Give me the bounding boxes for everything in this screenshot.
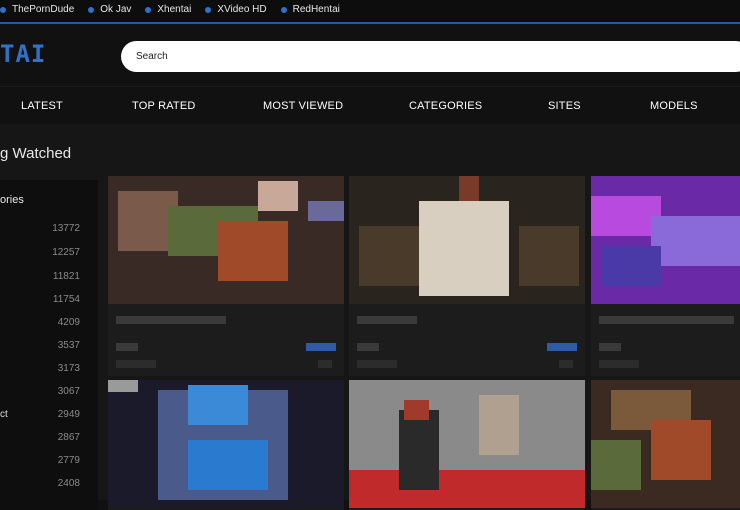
top-link-okjav[interactable]: Ok Jav xyxy=(88,4,131,15)
sidebar-category-item[interactable]: 3537 xyxy=(0,340,98,354)
video-title-blurred xyxy=(116,316,226,324)
main-nav: LATEST TOP RATED MOST VIEWED CATEGORIES … xyxy=(0,86,740,124)
top-link-label: Ok Jav xyxy=(100,4,132,15)
top-link-redhentai[interactable]: RedHentai xyxy=(280,4,340,15)
header: TAI xyxy=(0,26,740,86)
hd-badge xyxy=(547,343,577,351)
nav-latest[interactable]: LATEST xyxy=(21,100,63,112)
video-thumbnail[interactable] xyxy=(349,176,585,304)
nav-top-rated[interactable]: TOP RATED xyxy=(132,100,196,112)
dot-icon xyxy=(0,6,6,13)
top-link-label: Xhentai xyxy=(157,4,192,15)
main-content: g Watched ories 13772 12257 11821 11754 … xyxy=(0,124,740,510)
site-logo[interactable]: TAI xyxy=(0,40,46,68)
video-card[interactable] xyxy=(349,176,585,376)
sidebar-category-item[interactable]: 11821 xyxy=(0,271,98,285)
sidebar-category-item[interactable]: 4209 xyxy=(0,317,98,331)
video-meta-blurred xyxy=(357,343,379,351)
nav-most-viewed[interactable]: MOST VIEWED xyxy=(263,100,343,112)
video-card[interactable] xyxy=(108,380,344,510)
nav-models[interactable]: MODELS xyxy=(650,100,698,112)
hd-badge xyxy=(306,343,336,351)
top-link-xvideohd[interactable]: XVideo HD xyxy=(205,4,267,15)
sidebar-category-item[interactable]: 2867 xyxy=(0,432,98,446)
video-meta-blurred xyxy=(116,343,138,351)
nav-categories[interactable]: CATEGORIES xyxy=(409,100,482,112)
dot-icon xyxy=(145,6,152,13)
top-link-label: ThePornDude xyxy=(12,4,75,15)
top-link-theporndude[interactable]: ThePornDude xyxy=(0,4,74,15)
video-thumbnail[interactable] xyxy=(108,176,344,304)
video-thumbnail[interactable] xyxy=(591,380,740,508)
category-count: 13772 xyxy=(52,223,80,234)
video-meta-blurred xyxy=(599,343,621,351)
category-count: 3173 xyxy=(57,363,80,374)
category-label: ct xyxy=(0,409,8,420)
category-count: 2867 xyxy=(57,432,80,443)
top-link-label: RedHentai xyxy=(292,4,340,15)
video-title-blurred xyxy=(599,316,734,324)
top-links: ThePornDude Ok Jav Xhentai XVideo HD Red… xyxy=(0,4,354,15)
search-input[interactable] xyxy=(121,41,740,72)
sidebar-category-item[interactable]: ct 2949 xyxy=(0,409,98,423)
nav-sites[interactable]: SITES xyxy=(548,100,581,112)
video-meta-blurred xyxy=(116,360,156,368)
sidebar-category-item[interactable]: 2408 xyxy=(0,478,98,492)
top-link-label: XVideo HD xyxy=(217,4,267,15)
category-count: 3067 xyxy=(57,386,80,397)
top-bar: ThePornDude Ok Jav Xhentai XVideo HD Red… xyxy=(0,0,740,24)
section-title: g Watched xyxy=(0,145,72,162)
category-count: 2779 xyxy=(57,455,80,466)
sidebar-category-item[interactable]: 3173 xyxy=(0,363,98,377)
category-count: 12257 xyxy=(52,247,80,258)
dot-icon xyxy=(280,6,287,13)
video-thumbnail[interactable] xyxy=(108,380,344,508)
video-thumbnail[interactable] xyxy=(349,380,585,508)
sidebar-category-item[interactable]: 3067 xyxy=(0,386,98,400)
video-meta-blurred xyxy=(599,360,639,368)
sidebar-category-item[interactable]: 13772 xyxy=(0,223,98,237)
video-card[interactable] xyxy=(349,380,585,510)
sidebar-category-item[interactable]: 11754 xyxy=(0,294,98,308)
video-meta-blurred xyxy=(559,360,573,368)
sidebar-category-item[interactable]: 12257 xyxy=(0,247,98,261)
category-sidebar: ories 13772 12257 11821 11754 4209 3537 … xyxy=(0,180,98,510)
category-count: 3537 xyxy=(57,340,80,351)
video-card[interactable] xyxy=(591,176,740,376)
video-meta-blurred xyxy=(357,360,397,368)
category-count: 4209 xyxy=(57,317,80,328)
dot-icon xyxy=(88,6,95,13)
category-count: 11754 xyxy=(52,294,80,305)
video-thumbnail[interactable] xyxy=(591,176,740,304)
top-link-xhentai[interactable]: Xhentai xyxy=(145,4,191,15)
category-count: 11821 xyxy=(52,271,80,282)
video-card[interactable] xyxy=(591,380,740,510)
category-count: 2949 xyxy=(57,409,80,420)
sidebar-title: ories xyxy=(0,194,24,206)
video-title-blurred xyxy=(357,316,417,324)
video-meta-blurred xyxy=(318,360,332,368)
video-card[interactable] xyxy=(108,176,344,376)
dot-icon xyxy=(205,6,212,13)
sidebar-category-item[interactable]: 2779 xyxy=(0,455,98,469)
category-count: 2408 xyxy=(57,478,80,489)
